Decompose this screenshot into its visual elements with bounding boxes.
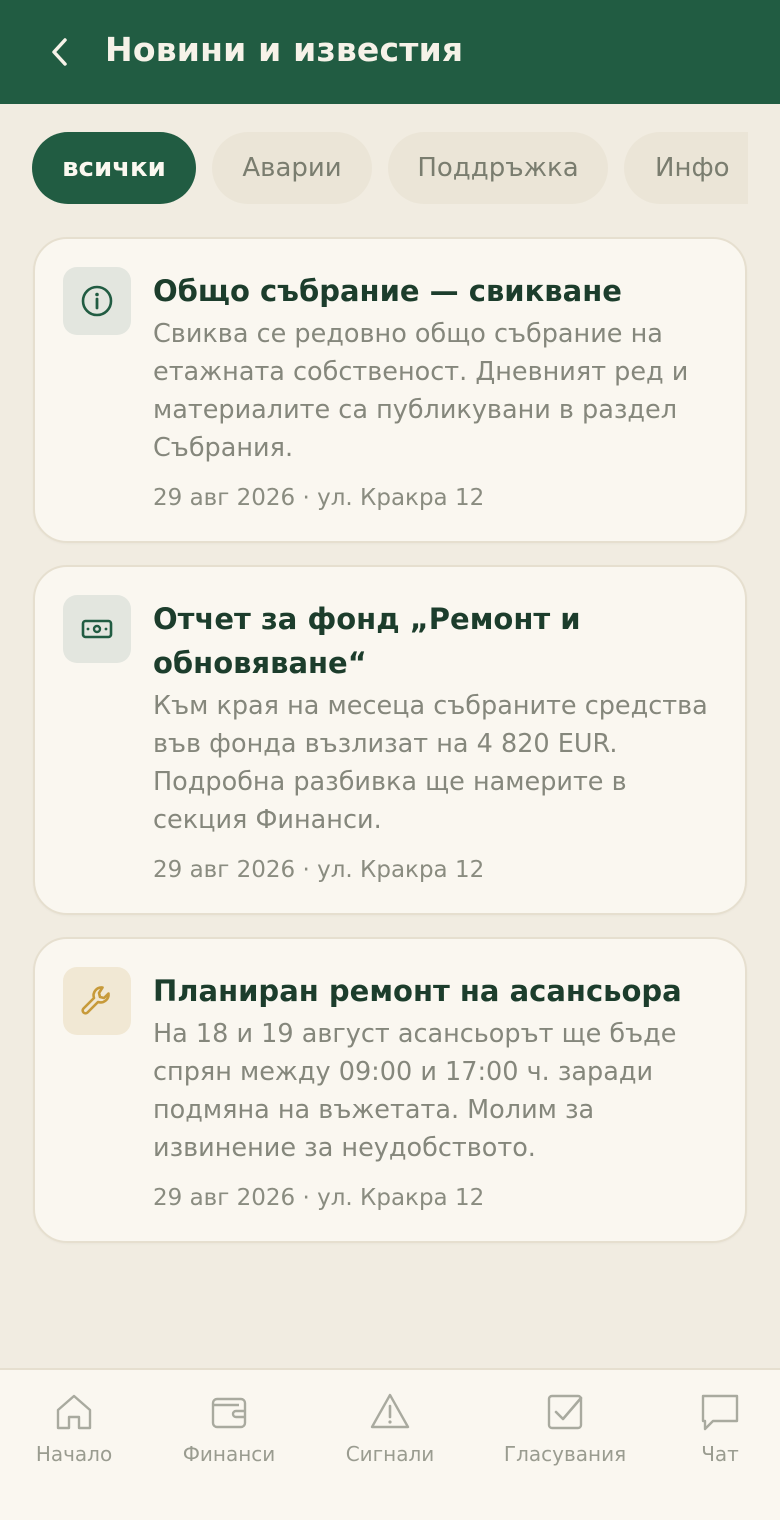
card-meta: 29 авг 2026 · ул. Кракра 12	[153, 1185, 485, 1211]
warning-icon	[370, 1393, 410, 1429]
bottom-nav: Начало Финанси Сигнали Гласувания Чат	[0, 1368, 780, 1520]
wallet-icon	[211, 1397, 247, 1429]
filter-tabs: всички Аварии Поддръжка Инфо	[0, 132, 748, 204]
money-icon	[81, 619, 113, 639]
card-body: На 18 и 19 август асансьорът ще бъде спр…	[153, 1019, 677, 1163]
news-card[interactable]: Отчет за фонд „Ремонт и обновяване“ Към …	[33, 565, 747, 915]
nav-finance[interactable]: Финанси	[182, 1390, 276, 1466]
card-icon-box	[63, 267, 131, 335]
tab-all[interactable]: всички	[32, 132, 196, 204]
card-icon-box	[63, 595, 131, 663]
news-card[interactable]: Общо събрание — свикване Свиква се редов…	[33, 237, 747, 543]
nav-label: Чат	[701, 1442, 739, 1466]
page-title: Новини и известия	[105, 30, 464, 69]
news-card[interactable]: Планиран ремонт на асансьора На 18 и 19 …	[33, 937, 747, 1243]
nav-chat[interactable]: Чат	[690, 1390, 750, 1466]
card-title: Планиран ремонт на асансьора	[153, 974, 682, 1008]
nav-label: Финанси	[182, 1442, 276, 1466]
nav-votes[interactable]: Гласувания	[503, 1390, 627, 1466]
tab-accidents[interactable]: Аварии	[212, 132, 372, 204]
chevron-left-icon	[52, 38, 67, 66]
nav-label: Начало	[35, 1442, 113, 1466]
home-icon	[56, 1394, 92, 1430]
app-header: Новини и известия	[0, 0, 780, 104]
card-meta: 29 авг 2026 · ул. Кракра 12	[153, 857, 485, 883]
nav-label: Гласувания	[503, 1442, 627, 1466]
tab-maintenance[interactable]: Поддръжка	[388, 132, 608, 204]
info-icon	[81, 285, 113, 317]
tab-info[interactable]: Инфо	[624, 132, 748, 204]
card-body: Свиква се редовно общо събрание на етажн…	[153, 319, 689, 463]
card-meta: 29 авг 2026 · ул. Кракра 12	[153, 485, 485, 511]
card-icon-box	[63, 967, 131, 1035]
card-title: Общо събрание — свикване	[153, 274, 622, 308]
chat-icon	[701, 1394, 739, 1431]
nav-home[interactable]: Начало	[36, 1390, 112, 1466]
card-body: Към края на месеца събраните средства въ…	[153, 691, 708, 835]
back-button[interactable]	[40, 32, 80, 72]
card-title: Отчет за фонд „Ремонт и обновяване“	[153, 602, 581, 680]
nav-signals[interactable]: Сигнали	[345, 1390, 435, 1466]
checkbox-icon	[547, 1394, 583, 1430]
nav-label: Сигнали	[345, 1442, 435, 1466]
wrench-icon	[81, 986, 110, 1015]
